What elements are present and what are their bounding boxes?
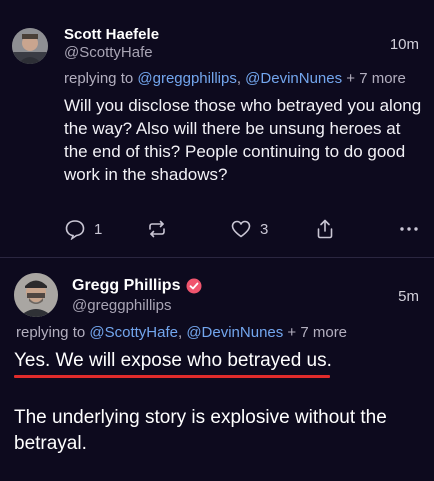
author-name-text: Gregg Phillips <box>72 277 181 294</box>
reply-button[interactable]: 1 <box>64 214 102 244</box>
timestamp: 5m <box>398 288 419 305</box>
avatar[interactable] <box>12 28 48 64</box>
reply-icon <box>64 218 86 240</box>
author-name[interactable]: Gregg Phillips <box>72 277 202 295</box>
like-count: 3 <box>260 220 269 238</box>
post-body: Will you disclose those who betrayed you… <box>64 96 422 184</box>
author-handle[interactable]: @ScottyHafe <box>64 44 153 61</box>
post-body-line: Yes. We will expose who betrayed us. <box>14 350 332 371</box>
mention-link[interactable]: @DevinNunes <box>186 324 283 341</box>
more-mentions[interactable]: + 7 more <box>283 324 347 341</box>
mention-separator: , <box>236 70 246 87</box>
post-body-line: The underlying story is explosive withou… <box>14 407 387 454</box>
avatar[interactable] <box>14 273 58 317</box>
mention-link[interactable]: @DevinNunes <box>245 70 342 87</box>
more-icon <box>398 218 420 240</box>
more-mentions[interactable]: + 7 more <box>342 70 406 87</box>
red-underline-annotation <box>14 375 330 378</box>
timestamp: 10m <box>389 36 419 53</box>
author-handle[interactable]: @greggphillips <box>72 297 171 314</box>
post-actions: 1 3 <box>64 214 424 244</box>
post-divider <box>0 257 434 258</box>
more-options-button[interactable] <box>398 214 420 244</box>
reply-prefix: replying to <box>16 324 90 341</box>
reply-prefix: replying to <box>64 70 138 87</box>
author-name[interactable]: Scott Haefele <box>64 26 159 43</box>
repost-icon <box>146 218 168 240</box>
mention-link[interactable]: @greggphillips <box>137 70 236 87</box>
reply-count: 1 <box>94 220 103 238</box>
verified-badge-icon <box>186 278 202 294</box>
reply-context: replying to @ScottyHafe, @DevinNunes + 7… <box>16 324 347 341</box>
share-icon <box>314 218 336 240</box>
like-button[interactable]: 3 <box>230 214 268 244</box>
mention-link[interactable]: @ScottyHafe <box>89 324 178 341</box>
share-button[interactable] <box>314 214 336 244</box>
repost-button[interactable] <box>146 214 168 244</box>
heart-icon <box>230 218 252 240</box>
thread-view: Scott Haefele @ScottyHafe 10m replying t… <box>0 0 434 481</box>
reply-context: replying to @greggphillips, @DevinNunes … <box>64 70 406 87</box>
